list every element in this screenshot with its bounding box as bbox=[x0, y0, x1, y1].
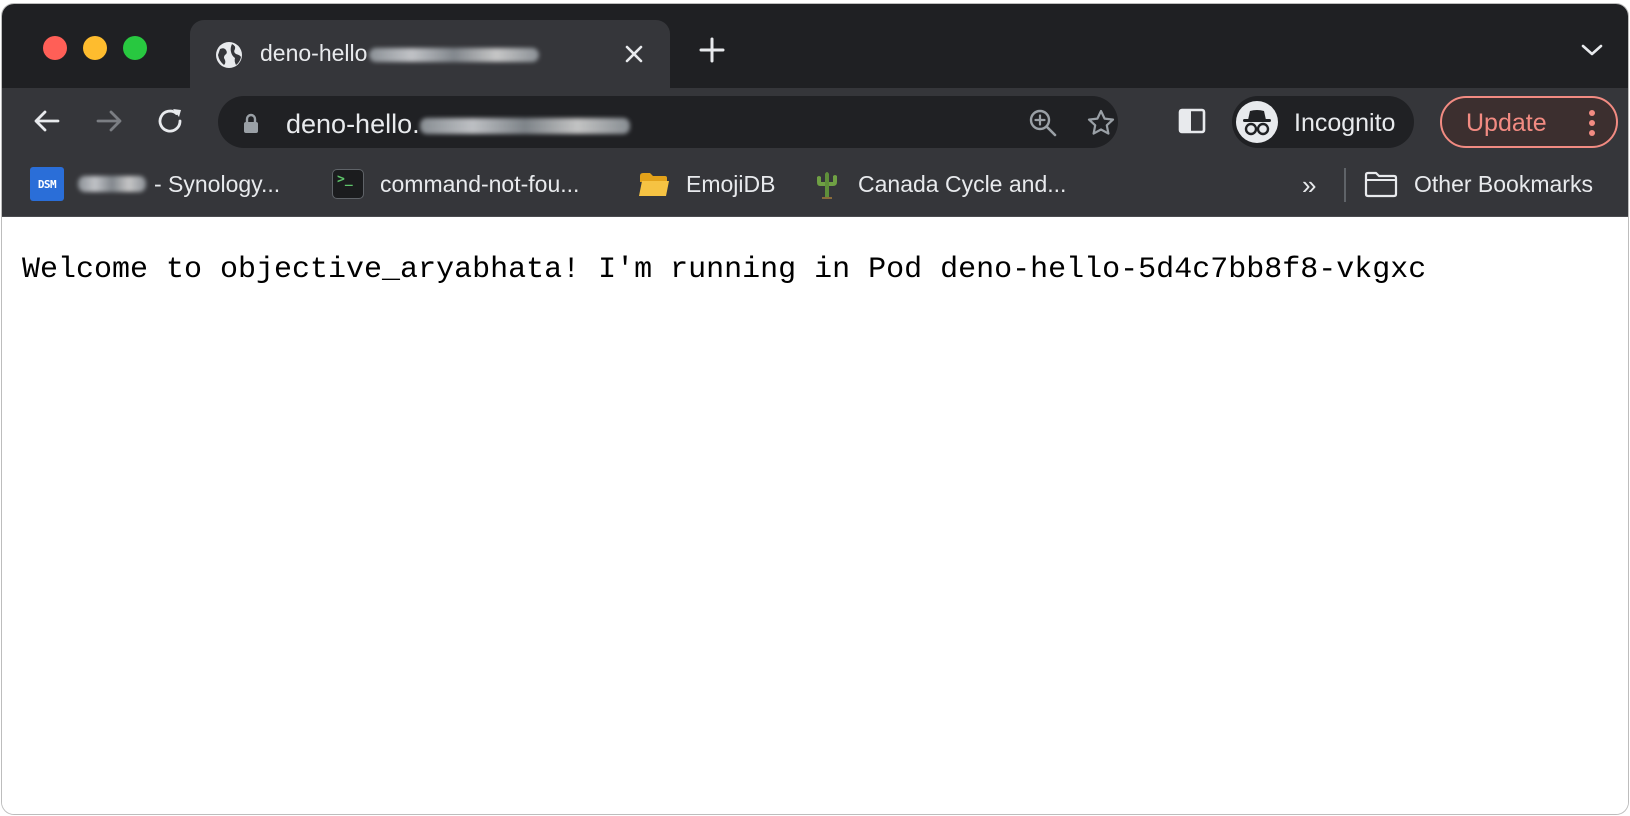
forward-button[interactable] bbox=[92, 104, 126, 138]
zoom-icon[interactable] bbox=[1028, 108, 1058, 138]
bookmark-label: EmojiDB bbox=[686, 170, 776, 197]
bookmark-canada-cycle[interactable]: Canada Cycle and... bbox=[812, 166, 1066, 202]
other-bookmarks-button[interactable]: Other Bookmarks bbox=[1364, 166, 1593, 202]
bookmarks-divider bbox=[1344, 168, 1346, 202]
redacted-blur bbox=[78, 176, 146, 192]
bookmarks-overflow-button[interactable]: » bbox=[1302, 170, 1316, 201]
tab-title-text: deno-hello bbox=[260, 40, 368, 66]
incognito-label: Incognito bbox=[1294, 109, 1396, 137]
update-button[interactable]: Update bbox=[1440, 96, 1618, 148]
tab-strip: deno-hello bbox=[2, 4, 1628, 88]
other-bookmarks-label: Other Bookmarks bbox=[1414, 170, 1593, 197]
incognito-icon bbox=[1236, 101, 1278, 143]
cactus-icon bbox=[817, 172, 837, 199]
bookmark-label: Canada Cycle and... bbox=[858, 170, 1067, 197]
folder-icon bbox=[639, 173, 669, 196]
bookmark-star-icon[interactable] bbox=[1086, 108, 1116, 138]
update-label: Update bbox=[1466, 109, 1547, 137]
toolbar: deno-hello. Incognito Update bbox=[2, 88, 1628, 154]
redacted-blur bbox=[369, 47, 540, 62]
bookmarks-bar: DSM - Synology... >_ command-not-fou... … bbox=[2, 154, 1628, 217]
dsm-icon: DSM bbox=[30, 167, 64, 201]
minimize-window-button[interactable] bbox=[83, 36, 107, 60]
tab-title: deno-hello bbox=[260, 40, 540, 67]
fullscreen-window-button[interactable] bbox=[123, 36, 147, 60]
page-content: Welcome to objective_aryabhata! I'm runn… bbox=[2, 217, 1628, 814]
folder-icon bbox=[1364, 171, 1398, 198]
url-host-text: deno-hello. bbox=[286, 109, 420, 139]
more-menu-icon[interactable] bbox=[1588, 109, 1596, 137]
address-bar[interactable]: deno-hello. bbox=[218, 96, 1118, 148]
tab-active[interactable]: deno-hello bbox=[190, 20, 670, 88]
back-button[interactable] bbox=[30, 104, 64, 138]
bookmark-label: - Synology... bbox=[154, 170, 281, 197]
side-panel-icon[interactable] bbox=[1178, 108, 1206, 134]
globe-icon bbox=[216, 42, 242, 68]
browser-window: deno-hello deno-hello. Incognito Update … bbox=[2, 4, 1628, 814]
profile-incognito-button[interactable]: Incognito bbox=[1232, 96, 1414, 148]
url-text[interactable]: deno-hello. bbox=[286, 109, 630, 140]
close-icon bbox=[625, 45, 643, 63]
terminal-icon: >_ bbox=[332, 169, 364, 199]
lock-icon[interactable] bbox=[242, 112, 260, 134]
new-tab-button[interactable] bbox=[696, 34, 728, 66]
bookmark-command-not-found[interactable]: >_ command-not-fou... bbox=[332, 166, 579, 202]
reload-button[interactable] bbox=[154, 104, 188, 138]
chevron-down-icon[interactable] bbox=[1580, 42, 1604, 58]
redacted-blur bbox=[419, 117, 630, 134]
bookmark-label: command-not-fou... bbox=[380, 170, 580, 197]
close-tab-button[interactable] bbox=[620, 40, 648, 68]
close-window-button[interactable] bbox=[43, 36, 67, 60]
bookmark-synology[interactable]: DSM - Synology... bbox=[30, 166, 280, 202]
page-text: Welcome to objective_aryabhata! I'm runn… bbox=[22, 253, 1427, 287]
bookmark-emojidb[interactable]: EmojiDB bbox=[638, 166, 775, 202]
